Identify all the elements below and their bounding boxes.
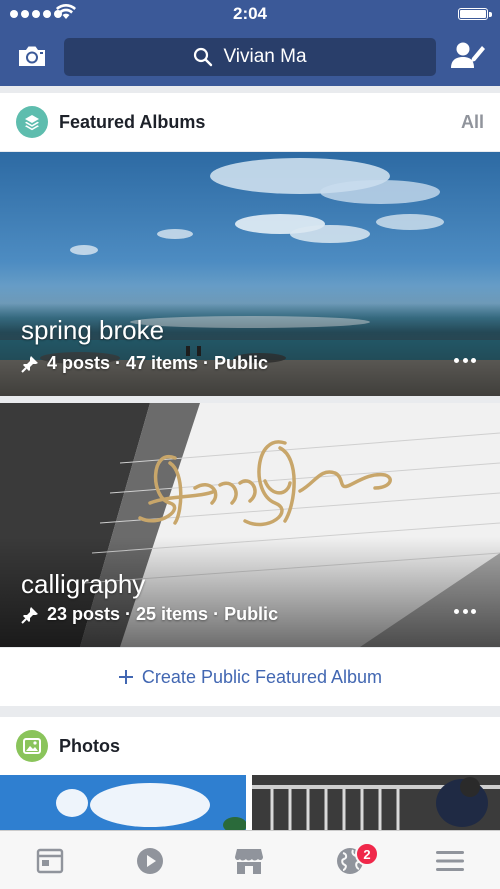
album-meta-text: 23 posts · 25 items · Public	[47, 604, 279, 624]
photo-thumbnail[interactable]	[252, 775, 500, 833]
camera-icon[interactable]	[16, 40, 48, 72]
video-icon[interactable]	[133, 844, 167, 878]
all-albums-link[interactable]: All	[461, 112, 484, 133]
create-featured-album-button[interactable]: Create Public Featured Album	[0, 648, 500, 706]
album-card-spring-broke[interactable]: spring broke 4 posts · 47 items · Public	[0, 152, 500, 396]
battery-icon	[458, 8, 492, 20]
more-options-icon[interactable]	[454, 358, 476, 364]
add-friend-icon[interactable]	[450, 40, 486, 72]
top-bar: 2:04 Vivian Ma	[0, 0, 500, 86]
photos-icon	[16, 730, 48, 762]
news-feed-icon[interactable]	[33, 844, 67, 878]
album-meta: 4 posts · 47 items · Public	[21, 353, 268, 374]
pin-icon	[21, 355, 38, 373]
album-meta-text: 4 posts · 47 items · Public	[47, 353, 269, 373]
pin-icon	[21, 606, 38, 624]
plus-icon	[118, 670, 133, 684]
photo-thumbnail[interactable]	[0, 775, 246, 833]
photos-title: Photos	[59, 736, 120, 756]
album-name: calligraphy	[21, 569, 146, 599]
status-bar: 2:04	[0, 0, 500, 28]
search-text: Vivian Ma	[223, 46, 307, 67]
photos-grid	[0, 775, 500, 833]
featured-albums-title: Featured Albums	[59, 112, 206, 132]
albums-stack-icon	[16, 106, 48, 138]
photos-header: Photos	[0, 717, 500, 775]
menu-icon[interactable]	[433, 844, 467, 878]
album-card-calligraphy[interactable]: calligraphy 23 posts · 25 items · Public	[0, 403, 500, 647]
marketplace-icon[interactable]	[232, 844, 266, 878]
album-meta: 23 posts · 25 items · Public	[21, 604, 278, 625]
create-album-label: Create Public Featured Album	[141, 666, 383, 687]
bottom-tab-bar: 2	[0, 830, 500, 889]
notification-count-badge: 2	[355, 842, 379, 866]
featured-albums-header: Featured Albums All	[0, 93, 500, 151]
album-name: spring broke	[21, 315, 165, 345]
search-bar[interactable]: Vivian Ma	[64, 38, 436, 76]
status-time: 2:04	[232, 4, 268, 23]
search-icon	[194, 47, 213, 67]
more-options-icon[interactable]	[454, 609, 476, 615]
